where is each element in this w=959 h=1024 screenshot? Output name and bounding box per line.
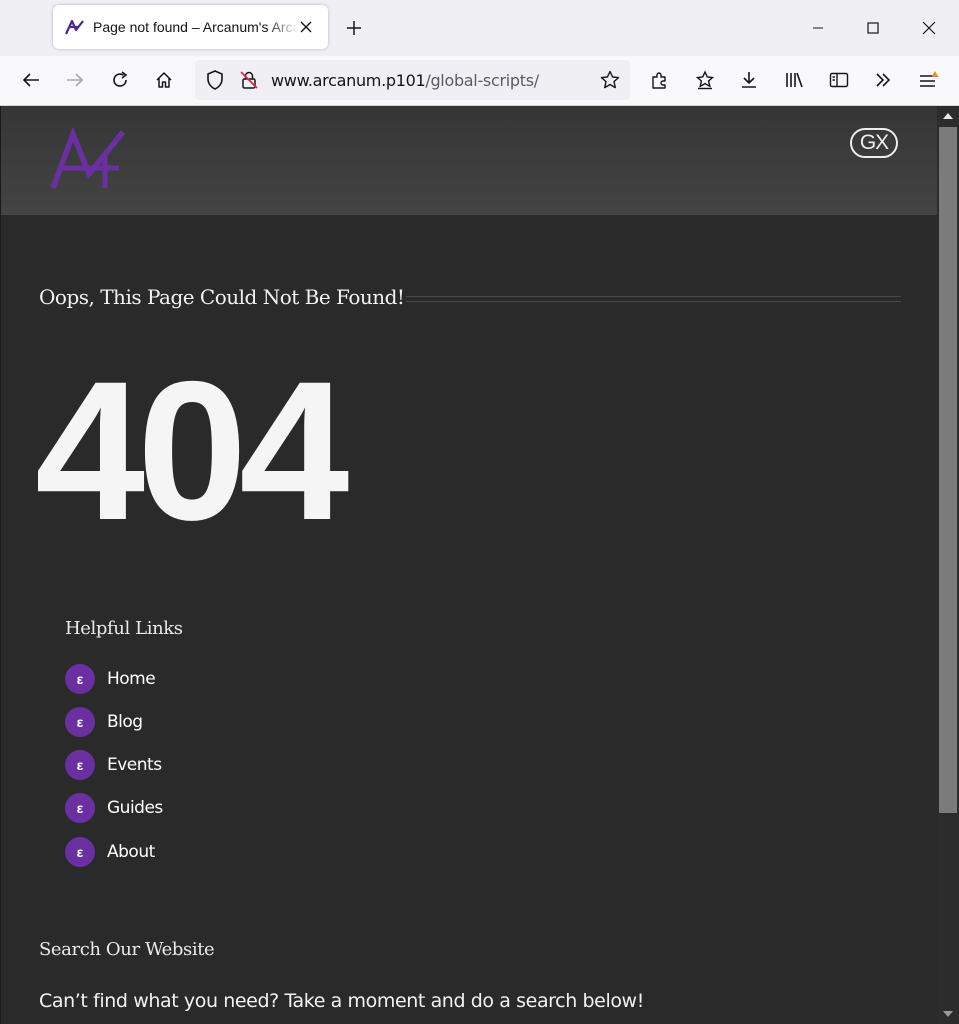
reload-icon[interactable] [108, 68, 132, 92]
link-label[interactable]: Events [107, 755, 162, 775]
browser-tab[interactable]: Page not found – Arcanum's Arcanum [53, 5, 328, 49]
error-code: 404 [35, 340, 349, 561]
sidebar-icon[interactable] [827, 68, 851, 92]
scroll-down-arrow-icon[interactable] [937, 1004, 959, 1024]
minimize-icon[interactable] [802, 12, 834, 44]
navigation-toolbar: www.arcanum.p101/global-scripts/ [0, 56, 959, 106]
back-icon[interactable] [19, 68, 43, 92]
url-host: www.arcanum.p101 [271, 71, 426, 90]
link-bullet-icon: ε [65, 664, 95, 694]
extensions-icon[interactable] [648, 68, 672, 92]
scroll-up-arrow-icon[interactable] [937, 106, 959, 126]
window-close-icon[interactable] [913, 12, 945, 44]
url-text[interactable]: www.arcanum.p101/global-scripts/ [271, 71, 539, 90]
title-divider [406, 296, 901, 302]
link-bullet-icon: ε [65, 793, 95, 823]
home-icon[interactable] [152, 68, 176, 92]
link-label[interactable]: Home [107, 669, 156, 689]
site-favicon-icon [65, 17, 85, 37]
page-content: GX Oops, This Page Could Not Be Found! 4… [0, 106, 938, 1024]
insecure-lock-icon[interactable] [237, 68, 261, 92]
helpful-link-guides[interactable]: ε Guides [65, 792, 163, 824]
link-label[interactable]: Guides [107, 798, 163, 818]
downloads-icon[interactable] [737, 68, 761, 92]
new-tab-icon[interactable] [342, 16, 366, 40]
pocket-star-icon[interactable] [693, 68, 717, 92]
close-tab-icon[interactable] [296, 17, 316, 37]
helpful-links-title: Helpful Links [65, 618, 183, 639]
gx-badge[interactable]: GX [850, 128, 898, 158]
library-icon[interactable] [782, 68, 806, 92]
address-bar[interactable]: www.arcanum.p101/global-scripts/ [195, 60, 630, 100]
app-menu-icon[interactable] [917, 68, 941, 92]
error-title: Oops, This Page Could Not Be Found! [39, 285, 405, 309]
link-bullet-icon: ε [65, 750, 95, 780]
link-label[interactable]: Blog [107, 712, 143, 732]
helpful-link-home[interactable]: ε Home [65, 663, 156, 695]
overflow-chevrons-icon[interactable] [871, 68, 895, 92]
link-bullet-icon: ε [65, 707, 95, 737]
search-section-title: Search Our Website [39, 939, 215, 960]
link-bullet-icon: ε [65, 837, 95, 867]
bookmark-star-icon[interactable] [598, 68, 622, 92]
tab-bar: Page not found – Arcanum's Arcanum [0, 0, 959, 56]
page-scrollbar[interactable] [937, 106, 959, 1024]
scrollbar-thumb[interactable] [939, 127, 957, 813]
url-path: /global-scripts/ [425, 71, 539, 90]
helpful-link-about[interactable]: ε About [65, 836, 155, 868]
link-label[interactable]: About [107, 842, 155, 862]
helpful-link-blog[interactable]: ε Blog [65, 706, 143, 738]
shield-icon[interactable] [203, 68, 227, 92]
tab-title: Page not found – Arcanum's Arcanum [93, 19, 298, 35]
site-header: GX [1, 106, 938, 215]
site-logo[interactable] [49, 126, 129, 192]
maximize-icon[interactable] [857, 12, 889, 44]
search-description: Can’t find what you need? Take a moment … [39, 990, 644, 1012]
helpful-link-events[interactable]: ε Events [65, 749, 162, 781]
forward-icon[interactable] [63, 68, 87, 92]
